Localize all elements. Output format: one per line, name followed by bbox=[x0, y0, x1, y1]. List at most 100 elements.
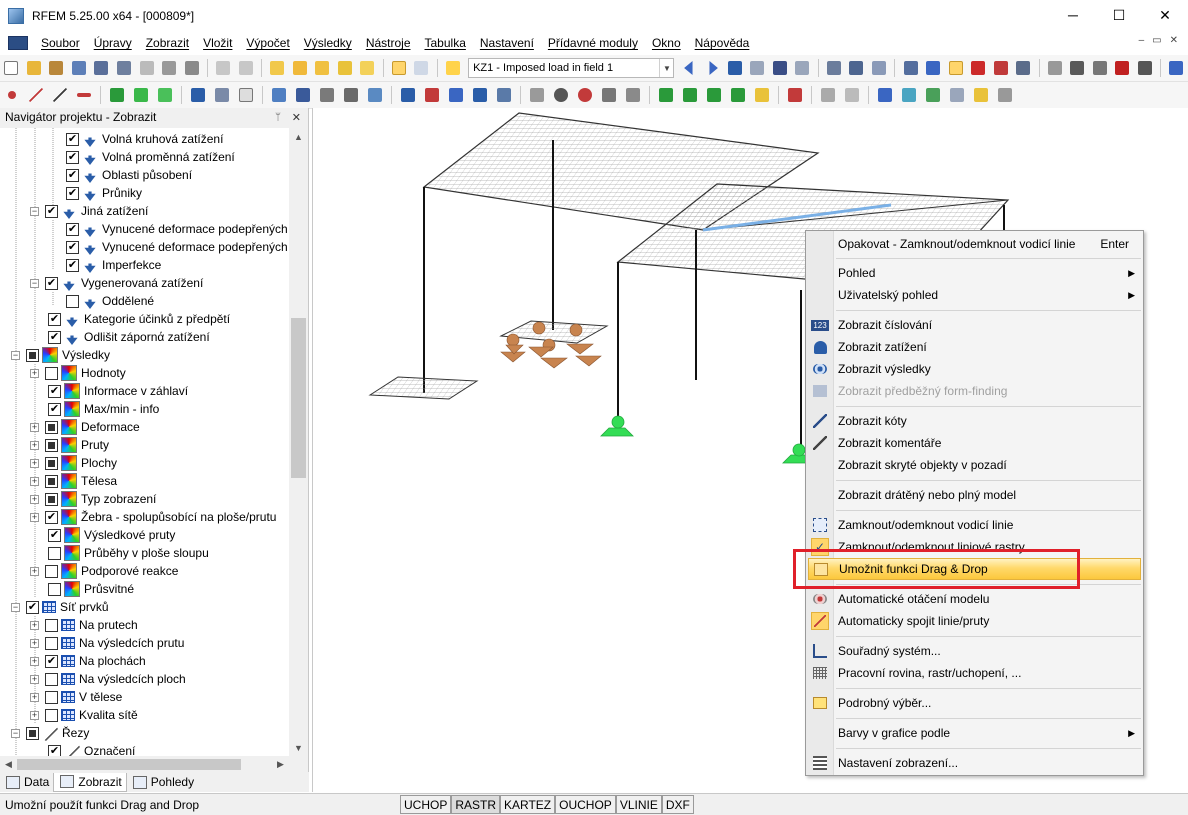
solid-view-icon[interactable] bbox=[923, 85, 943, 105]
delete-icon[interactable] bbox=[1113, 58, 1132, 78]
visibility-icon[interactable] bbox=[785, 85, 805, 105]
checkbox[interactable]: ✔ bbox=[45, 510, 58, 524]
load-case-select[interactable]: KZ1 - Imposed load in field 1 ▼ bbox=[468, 58, 675, 78]
measure-icon[interactable] bbox=[1045, 58, 1064, 78]
support-icon[interactable] bbox=[107, 85, 127, 105]
mirror-icon[interactable] bbox=[1068, 58, 1087, 78]
document-system-icon[interactable] bbox=[8, 36, 28, 50]
checkbox[interactable] bbox=[66, 294, 79, 308]
print-icon[interactable] bbox=[137, 58, 156, 78]
menu-soubor[interactable]: Soubor bbox=[34, 36, 87, 50]
expand-icon[interactable]: + bbox=[30, 692, 39, 702]
nodal-supports[interactable] bbox=[600, 415, 816, 464]
tree-horizontal-scrollbar[interactable]: ◀ ▶ bbox=[0, 756, 289, 773]
surface-support-icon[interactable] bbox=[155, 85, 175, 105]
surface-icon[interactable] bbox=[269, 85, 289, 105]
tree-item[interactable]: Průběhy v ploše sloupu bbox=[48, 544, 209, 562]
menu-upravy[interactable]: Úpravy bbox=[87, 36, 139, 50]
section-icon[interactable] bbox=[947, 85, 967, 105]
minimize-button[interactable]: ─ bbox=[1050, 0, 1096, 30]
member-icon[interactable] bbox=[74, 85, 94, 105]
scroll-right-icon[interactable]: ▶ bbox=[272, 756, 289, 773]
checkbox[interactable]: ✔ bbox=[48, 384, 61, 398]
tree-item[interactable]: + Na prutech bbox=[30, 616, 138, 634]
checkbox[interactable] bbox=[45, 420, 58, 434]
expand-icon[interactable]: + bbox=[30, 620, 39, 630]
expand-icon[interactable]: + bbox=[30, 674, 39, 684]
surface-view-icon[interactable] bbox=[899, 85, 919, 105]
tree-item[interactable]: + Podporové reakce bbox=[30, 562, 178, 580]
tree-item[interactable]: − ✔ Síť prvků bbox=[11, 598, 109, 616]
collapse-icon[interactable]: − bbox=[11, 602, 20, 612]
printout-report-icon[interactable] bbox=[160, 58, 179, 78]
layout-icon[interactable] bbox=[971, 85, 991, 105]
opening-icon[interactable] bbox=[236, 85, 256, 105]
tree-item[interactable]: − Řezy bbox=[11, 724, 89, 742]
tree-item[interactable]: ✔ Vynucené deformace podepřených bbox=[66, 238, 288, 256]
menu-item-show-loads[interactable]: Zobrazit zatížení bbox=[808, 336, 1141, 358]
chevron-down-icon[interactable]: ▼ bbox=[659, 59, 673, 77]
rendering-icon[interactable] bbox=[752, 85, 772, 105]
menu-pridavne-moduly[interactable]: Přídavné moduly bbox=[541, 36, 645, 50]
show-results-icon[interactable] bbox=[771, 58, 790, 78]
checkbox[interactable]: ✔ bbox=[48, 402, 61, 416]
expand-icon[interactable]: + bbox=[30, 638, 39, 648]
tree-item[interactable]: ✔ Imperfekce bbox=[66, 256, 161, 274]
imposed-deformation-icon[interactable] bbox=[494, 85, 514, 105]
free-load-icon[interactable] bbox=[470, 85, 490, 105]
results-view-icon[interactable] bbox=[870, 58, 889, 78]
find-icon[interactable] bbox=[290, 58, 309, 78]
scrollbar-thumb[interactable] bbox=[291, 318, 306, 478]
maximize-button[interactable]: ☐ bbox=[1096, 0, 1142, 30]
menu-item-view[interactable]: Pohled ▶ bbox=[808, 262, 1141, 284]
line-grid-icon[interactable] bbox=[842, 85, 862, 105]
tables-toggle-icon[interactable] bbox=[412, 58, 431, 78]
tree-item[interactable]: + Na výsledcích prutu bbox=[30, 634, 184, 652]
pin-icon[interactable]: ᛘ bbox=[275, 112, 281, 123]
menu-item-detailed-select[interactable]: Podrobný výběr... bbox=[808, 692, 1141, 714]
tree-item[interactable]: ✔ Označení bbox=[48, 742, 135, 756]
menu-item-show-numbering[interactable]: 123 Zobrazit číslování bbox=[808, 314, 1141, 336]
menu-item-show-results[interactable]: Zobrazit výsledky bbox=[808, 358, 1141, 380]
lock-icon[interactable] bbox=[1136, 58, 1155, 78]
grid-icon[interactable] bbox=[901, 58, 920, 78]
expand-icon[interactable]: + bbox=[30, 458, 39, 468]
checkbox[interactable]: ✔ bbox=[66, 222, 79, 236]
axis-y-icon[interactable] bbox=[680, 85, 700, 105]
menu-item-show-comments[interactable]: Zobrazit komentáře bbox=[808, 432, 1141, 454]
menu-item-display-settings[interactable]: Nastavení zobrazení... bbox=[808, 752, 1141, 774]
menu-item-wireframe[interactable]: Zobrazit drátěný nebo plný model bbox=[808, 484, 1141, 506]
dimension-line-icon[interactable] bbox=[875, 85, 895, 105]
next-load-case-icon[interactable] bbox=[703, 58, 722, 78]
view-3d-icon[interactable] bbox=[623, 85, 643, 105]
zoom-window-icon[interactable] bbox=[575, 85, 595, 105]
solid-icon[interactable] bbox=[293, 85, 313, 105]
axis-x-icon[interactable] bbox=[656, 85, 676, 105]
previous-load-case-icon[interactable] bbox=[680, 58, 699, 78]
surface-load-icon[interactable] bbox=[446, 85, 466, 105]
undo-icon[interactable] bbox=[214, 58, 233, 78]
checkbox[interactable]: ✔ bbox=[45, 276, 58, 290]
checkbox[interactable]: ✔ bbox=[66, 132, 79, 146]
menu-item-show-dimensions[interactable]: Zobrazit kóty bbox=[808, 410, 1141, 432]
collapse-icon[interactable]: − bbox=[11, 350, 20, 360]
node-icon[interactable] bbox=[2, 85, 22, 105]
tree-item[interactable]: + Plochy bbox=[30, 454, 117, 472]
tree-vertical-scrollbar[interactable]: ▲ ▼ bbox=[289, 128, 308, 756]
more-icon[interactable] bbox=[995, 85, 1015, 105]
check-model-icon[interactable] bbox=[313, 58, 332, 78]
status-ouchop-button[interactable]: OUCHOP bbox=[555, 795, 616, 814]
tree-item[interactable]: + V tělese bbox=[30, 688, 122, 706]
expand-icon[interactable]: + bbox=[30, 422, 39, 432]
menu-item-user-view[interactable]: Uživatelský pohled ▶ bbox=[808, 284, 1141, 306]
move-icon[interactable] bbox=[969, 58, 988, 78]
zoom-all-icon[interactable] bbox=[599, 85, 619, 105]
checkbox[interactable] bbox=[45, 690, 58, 704]
cross-section-icon[interactable] bbox=[188, 85, 208, 105]
scroll-left-icon[interactable]: ◀ bbox=[0, 756, 17, 773]
checkbox[interactable]: ✔ bbox=[66, 186, 79, 200]
collapse-icon[interactable]: − bbox=[30, 206, 39, 216]
axis-z-icon[interactable] bbox=[704, 85, 724, 105]
tree-item[interactable]: ✔ Max/min - info bbox=[48, 400, 159, 418]
menu-item-coordinate-system[interactable]: Souřadný systém... bbox=[808, 640, 1141, 662]
